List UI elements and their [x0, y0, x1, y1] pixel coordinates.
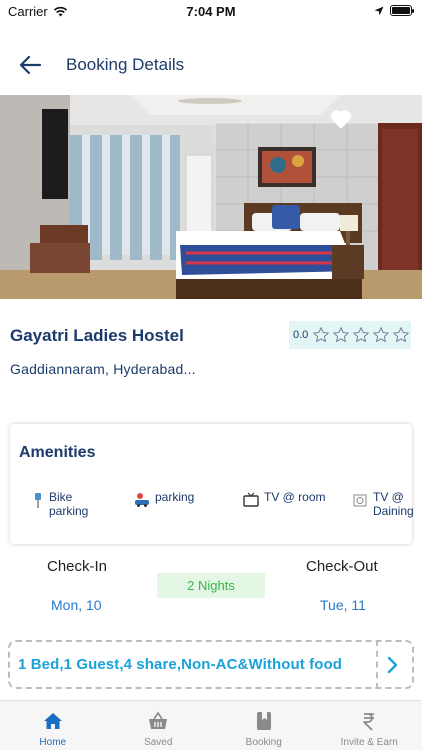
car-parking-icon	[135, 493, 149, 507]
hotel-name: Gayatri Ladies Hostel	[10, 326, 184, 345]
room-description: 1 Bed,1 Guest,4 share,Non-AC&Without foo…	[18, 656, 342, 673]
page-title: Booking Details	[66, 55, 185, 74]
checkin-label: Check-In	[47, 558, 108, 575]
amenity-label: parking	[155, 490, 195, 504]
tab-label: Booking	[245, 737, 282, 748]
back-arrow-icon	[19, 55, 42, 75]
room-type-selector[interactable]: 1 Bed,1 Guest,4 share,Non-AC&Without foo…	[8, 640, 414, 689]
star-icon[interactable]	[372, 326, 390, 344]
amenity-label: TV @ Daining	[373, 490, 414, 518]
star-icon[interactable]	[352, 326, 370, 344]
basket-icon	[149, 711, 168, 729]
star-icon[interactable]	[312, 326, 330, 344]
amenity-parking: parking	[134, 490, 194, 508]
tab-home[interactable]: Home	[0, 701, 106, 750]
amenities-card: Amenities Bike parking parking TV @ room…	[10, 424, 414, 544]
amenities-title: Amenities	[19, 444, 96, 461]
amenity-label: TV @ room	[264, 490, 326, 504]
tab-label: Invite & Earn	[340, 737, 398, 748]
status-bar: Carrier 7:04 PM	[0, 0, 422, 22]
tab-invite-earn[interactable]: Invite & Earn	[317, 701, 422, 750]
checkout-label: Check-Out	[306, 558, 378, 575]
back-button[interactable]	[14, 52, 48, 78]
amenity-tv-room: TV @ room	[243, 490, 326, 508]
rating-box: 0.0	[289, 321, 411, 349]
tv-dining-icon	[353, 494, 367, 507]
amenity-tv-dining: TV @ Daining	[352, 490, 414, 518]
star-icon[interactable]	[392, 326, 410, 344]
nav-header: Booking Details	[0, 40, 422, 90]
bottom-tab-bar: Home Saved Booking Invite & Earn	[0, 700, 422, 750]
battery-icon	[390, 5, 414, 16]
amenity-label: Bike parking	[49, 490, 89, 518]
tab-saved[interactable]: Saved	[106, 701, 212, 750]
nights-badge: 2 Nights	[157, 573, 265, 598]
book-icon	[256, 712, 271, 730]
room-divider	[376, 640, 378, 689]
bike-parking-icon	[35, 493, 41, 508]
rating-value: 0.0	[293, 329, 309, 341]
tab-booking[interactable]: Booking	[211, 701, 317, 750]
amenity-bike-parking: Bike parking	[30, 490, 88, 518]
checkin-date[interactable]: Mon, 10	[51, 597, 102, 613]
tab-label: Saved	[144, 737, 173, 748]
star-icon[interactable]	[332, 326, 350, 344]
clock: 7:04 PM	[186, 4, 236, 19]
tv-icon	[243, 492, 259, 507]
rupee-icon	[363, 713, 375, 731]
location-arrow-icon	[374, 6, 384, 15]
hotel-location: Gaddiannaram, Hyderabad...	[10, 361, 196, 377]
favorite-button[interactable]	[330, 109, 352, 129]
chevron-right-icon[interactable]	[383, 655, 401, 675]
hotel-photo	[0, 95, 422, 299]
home-icon	[43, 713, 62, 729]
tab-label: Home	[39, 737, 67, 748]
heart-icon	[331, 110, 351, 129]
checkout-date[interactable]: Tue, 11	[320, 597, 366, 613]
